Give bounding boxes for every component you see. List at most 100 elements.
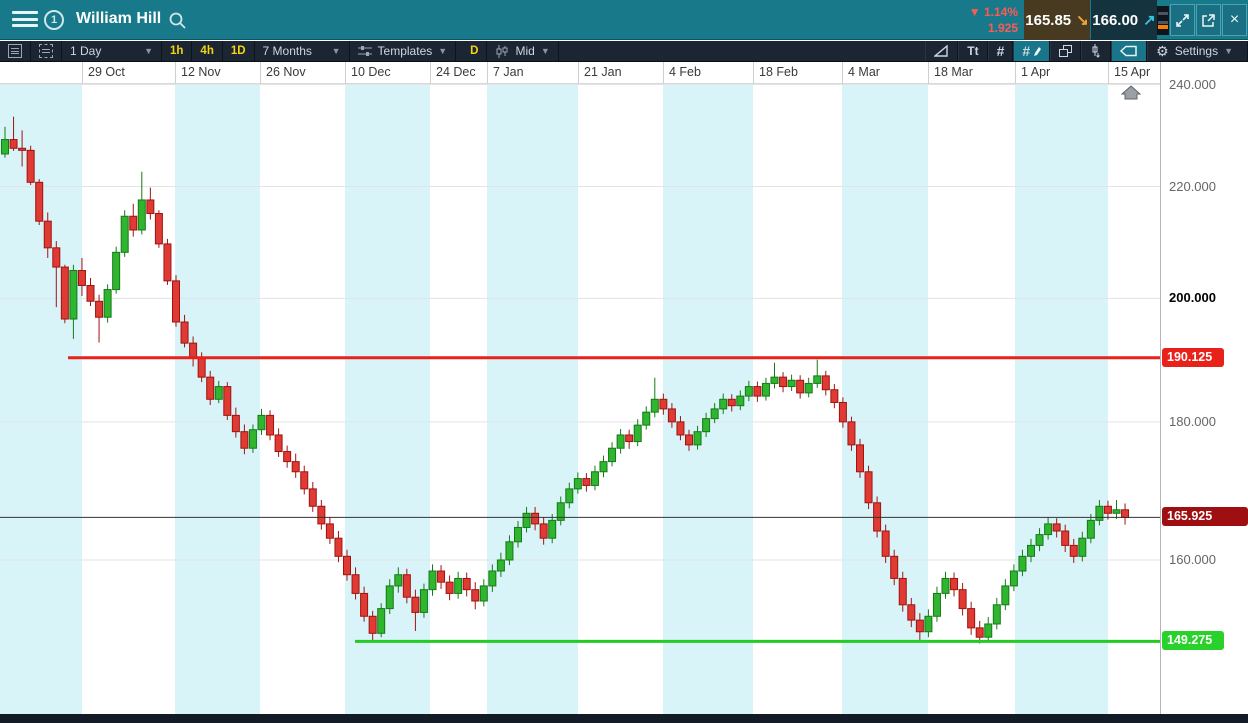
candle-down xyxy=(676,421,685,436)
back-tool-button-active[interactable] xyxy=(1111,41,1148,61)
order-ladder-icon[interactable] xyxy=(1157,6,1169,35)
candle-down xyxy=(18,147,27,151)
x-tick-label: 4 Mar xyxy=(848,65,880,79)
candle-down xyxy=(343,555,351,576)
y-tick-label: 200.000 xyxy=(1169,290,1216,306)
candle-up xyxy=(496,559,505,572)
price-change-block: ▼ 1.14% 1.925 xyxy=(940,4,1018,36)
candle-up xyxy=(69,270,78,320)
candle-period-button[interactable]: D xyxy=(462,41,488,61)
close-window-button[interactable]: × xyxy=(1222,4,1247,36)
timeframe-4h-button[interactable]: 4h xyxy=(192,41,223,61)
drawing-tool-button-active[interactable]: # xyxy=(1013,41,1051,61)
candle-up xyxy=(454,577,463,594)
timeframe-1h-button[interactable]: 1h xyxy=(162,41,193,61)
candle-up xyxy=(1018,555,1027,572)
candle-down xyxy=(1061,530,1070,546)
candle-up xyxy=(137,199,146,231)
candle-down xyxy=(975,627,984,638)
candlestick-chart[interactable] xyxy=(0,84,1160,714)
candle-up xyxy=(787,379,796,388)
sell-price-button[interactable]: 165.85 ↘ xyxy=(1024,0,1090,40)
watchlist-panel-button[interactable] xyxy=(0,41,31,61)
x-tick xyxy=(82,62,83,84)
trading-app-window: 1 William Hill ▼ 1.14% 1.925 165.85 ↘ 16… xyxy=(0,0,1248,723)
settings-button[interactable]: ⚙ Settings ▼ xyxy=(1147,41,1248,61)
buy-price-value: 166.00 xyxy=(1092,11,1139,29)
y-axis-price[interactable]: 240.000 220.000 200.000 180.000 160.000 190.1… xyxy=(1160,62,1248,714)
period-label: 1 Day xyxy=(70,44,102,58)
candle-down xyxy=(582,478,591,486)
layers-button[interactable] xyxy=(1050,41,1082,61)
candle-down xyxy=(625,434,634,443)
chart-style-button[interactable] xyxy=(925,41,959,61)
candle-up xyxy=(710,408,719,420)
support-line-badge: 149.275 xyxy=(1162,631,1224,651)
period-band xyxy=(1015,84,1108,714)
current-price-line-badge: 165.925 xyxy=(1162,507,1248,527)
candle-up xyxy=(103,289,112,318)
candle-up xyxy=(522,512,531,528)
x-tick xyxy=(928,62,929,84)
search-icon[interactable] xyxy=(168,11,187,30)
menu-icon[interactable] xyxy=(12,11,38,29)
candle-down xyxy=(685,434,693,446)
candle-up xyxy=(932,592,941,617)
candle-down xyxy=(856,444,864,473)
x-tick xyxy=(1108,62,1109,84)
candle-down xyxy=(838,401,847,423)
y-tick-label: 220.000 xyxy=(1169,178,1216,194)
buy-price-button[interactable]: 166.00 ↗ xyxy=(1091,0,1157,40)
popout-window-button[interactable] xyxy=(1196,4,1221,36)
period-band xyxy=(82,84,175,714)
period-band xyxy=(260,84,345,714)
timeframe-1d-button[interactable]: 1D xyxy=(223,41,255,61)
candle-down xyxy=(129,215,138,231)
x-axis-dates[interactable]: 29 Oct 12 Nov 26 Nov 10 Dec 24 Dec 7 Jan 21 Ja… xyxy=(0,62,1160,84)
x-tick xyxy=(753,62,754,84)
x-tick-label: 7 Jan xyxy=(493,65,524,79)
candle-down xyxy=(411,596,420,613)
candlestick-icon xyxy=(496,44,508,58)
candle-up xyxy=(428,570,437,591)
candle-down xyxy=(445,581,454,594)
settings-label: Settings xyxy=(1174,44,1219,58)
gridlines-button[interactable]: # xyxy=(987,41,1014,61)
candle-up xyxy=(941,577,950,594)
candle-down xyxy=(796,379,805,394)
candle-down xyxy=(890,555,899,579)
resistance-line-badge: 190.125 xyxy=(1162,347,1224,367)
text-tool-button[interactable]: Tt xyxy=(958,41,988,61)
candle-up xyxy=(257,414,266,431)
period-dropdown[interactable]: 1 Day ▼ xyxy=(62,41,162,61)
snap-candle-button[interactable] xyxy=(1081,41,1112,61)
period-band xyxy=(430,84,487,714)
expand-window-button[interactable] xyxy=(1170,4,1195,36)
candle-down xyxy=(437,570,446,583)
candle-down xyxy=(60,266,69,320)
x-tick xyxy=(260,62,261,84)
candle-up xyxy=(761,382,770,397)
candle-down xyxy=(35,181,44,222)
range-label: 7 Months xyxy=(262,44,312,58)
period-band xyxy=(0,84,82,714)
hash-pencil-icon: # xyxy=(1022,43,1031,59)
range-dropdown[interactable]: 7 Months ▼ xyxy=(255,41,350,61)
candle-up xyxy=(112,251,121,291)
price-source-dropdown[interactable]: Mid ▼ xyxy=(487,41,559,61)
candle-down xyxy=(266,414,275,436)
x-tick-label: 24 Dec xyxy=(436,65,476,79)
x-tick xyxy=(175,62,176,84)
candle-down xyxy=(86,284,95,302)
x-tick xyxy=(1015,62,1016,84)
bottom-status-bar xyxy=(0,714,1248,723)
sell-down-arrow-icon: ↘ xyxy=(1076,12,1089,29)
layout-grid-button[interactable] xyxy=(31,41,62,61)
candle-up xyxy=(1112,509,1121,514)
instrument-title[interactable]: William Hill xyxy=(76,10,161,28)
gear-icon: ⚙ xyxy=(1156,42,1169,59)
pencil-icon xyxy=(1034,46,1042,56)
templates-dropdown[interactable]: Templates ▼ xyxy=(350,41,457,61)
candle-down xyxy=(471,589,480,602)
chart-number-badge[interactable]: 1 xyxy=(44,10,64,30)
